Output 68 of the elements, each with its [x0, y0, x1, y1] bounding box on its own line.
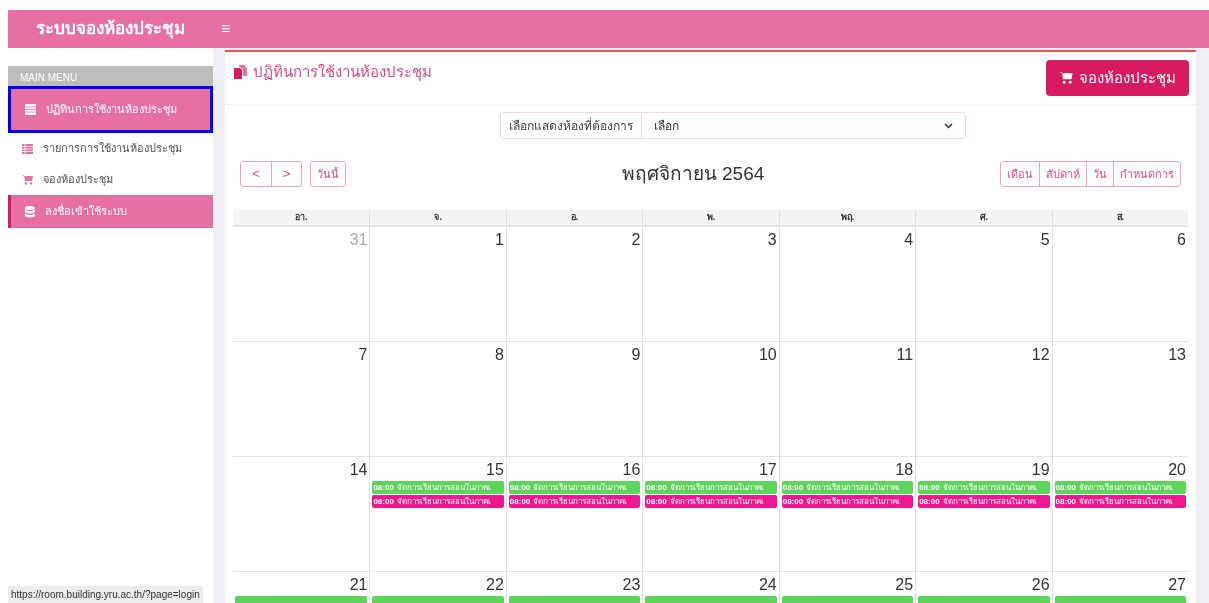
sidebar-item[interactable]: รายการการใช้งานห้องประชุม — [8, 133, 213, 164]
day-number: 24 — [758, 575, 778, 595]
event-chip[interactable]: 08:00 จัดการเรียนการสอนในภาคเ — [372, 495, 504, 508]
event-chip[interactable]: 08:00 จัดการเรียนการสอนในภาคเ — [508, 495, 641, 508]
view-tab[interactable]: สัปดาห์ — [1039, 162, 1086, 186]
chevron-down-icon — [944, 122, 953, 129]
day-number: 21 — [349, 575, 369, 595]
room-filter[interactable]: เลือกแสดงห้องที่ต้องการ เลือก — [500, 112, 966, 139]
day-number: 1 — [494, 230, 505, 250]
day-number: 31 — [349, 230, 369, 250]
day-number: 22 — [486, 575, 505, 595]
view-tab[interactable]: เดือน — [1001, 162, 1039, 186]
sidebar-item[interactable]: ปฏิทินการใช้งานห้องประชุม — [8, 86, 213, 133]
calendar-icon — [25, 104, 36, 115]
day-number: 3 — [767, 230, 778, 250]
day-number: 12 — [1031, 345, 1051, 365]
day-number: 18 — [895, 460, 915, 480]
day-number: 6 — [1177, 230, 1187, 250]
day-number: 11 — [896, 345, 915, 365]
weekday-header: อ. — [505, 210, 643, 225]
day-number: 20 — [1168, 460, 1187, 480]
weekday-header: ศ. — [915, 210, 1052, 225]
book-room-button[interactable]: จองห้องประชุม — [1046, 60, 1189, 96]
app-title: ระบบจองห้องประชุม — [36, 18, 185, 41]
day-number: 26 — [1031, 575, 1051, 595]
documents-icon — [233, 65, 247, 80]
status-url: https://room.building.yru.ac.th/?page=login — [8, 586, 203, 603]
day-number: 27 — [1168, 575, 1187, 595]
event-chip[interactable]: 08:00 จัดการเรียนการสอนในภาคเ — [781, 495, 914, 508]
day-number: 17 — [758, 460, 778, 480]
weekday-header: พ. — [642, 210, 779, 225]
calendar-title: พฤศจิกายน 2564 — [621, 161, 765, 186]
day-number: 7 — [358, 345, 369, 365]
weekday-header: จ. — [369, 210, 506, 225]
weekday-header: ส. — [1051, 210, 1188, 225]
day-number: 25 — [895, 575, 915, 595]
day-number: 19 — [1031, 460, 1051, 480]
sidebar-item[interactable]: ลงชื่อเข้าใช้ระบบ — [8, 195, 213, 228]
day-number: 13 — [1168, 345, 1187, 365]
cart-icon — [22, 174, 33, 185]
event-chip[interactable]: 08:00 จัดการเรียนการสอนในภาคเ — [1054, 495, 1186, 508]
view-tab[interactable]: วัน — [1086, 162, 1113, 186]
filter-label: เลือกแสดงห้องที่ต้องการ — [501, 113, 642, 138]
day-number: 9 — [631, 345, 642, 365]
day-number: 5 — [1040, 230, 1051, 250]
day-number: 15 — [486, 460, 505, 480]
view-tab[interactable]: กำหนดการ — [1113, 162, 1180, 186]
room-select[interactable]: เลือก — [642, 113, 965, 138]
next-button[interactable]: > — [271, 162, 301, 186]
weekday-header: พฤ. — [778, 210, 916, 225]
day-number: 8 — [494, 345, 505, 365]
cart-icon — [1059, 72, 1073, 84]
sidebar-item[interactable]: จองห้องประชุม — [8, 164, 213, 195]
day-number: 23 — [622, 575, 642, 595]
page-title: ปฏิทินการใช้งานห้องประชุม — [253, 62, 432, 84]
day-number: 16 — [622, 460, 642, 480]
previous-button[interactable]: < — [241, 162, 271, 186]
list-icon — [22, 143, 33, 154]
database-icon — [25, 205, 35, 218]
event-chip[interactable]: 08:00 จัดการเรียนการสอนในภาคเ — [645, 495, 777, 508]
day-number: 4 — [904, 230, 915, 250]
menu-heading: MAIN MENU — [20, 71, 78, 85]
day-number: 10 — [758, 345, 778, 365]
event-chip[interactable]: 08:00 จัดการเรียนการสอนในภาคเ — [918, 495, 1050, 508]
day-number: 14 — [349, 460, 369, 480]
today-button[interactable]: วันนี้ — [310, 161, 346, 187]
weekday-header: อา. — [293, 211, 309, 224]
day-number: 2 — [631, 230, 642, 250]
